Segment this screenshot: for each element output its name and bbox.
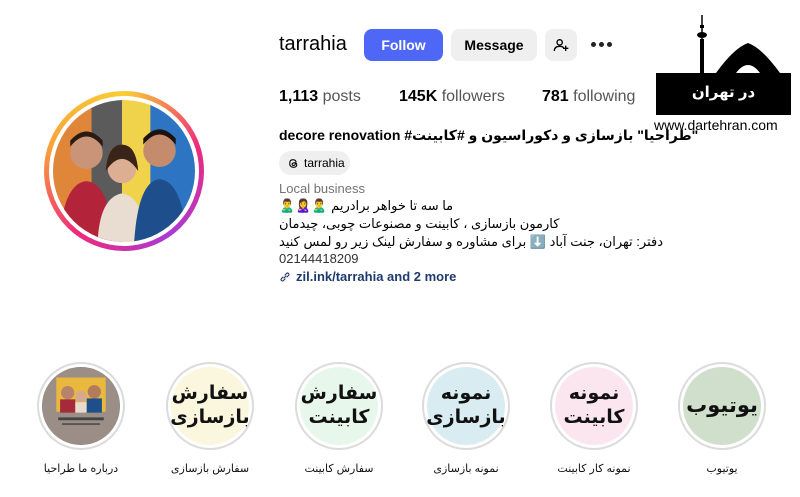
bio-line: دفتر: تهران، جنت آباد ⬇️ برای مشاوره و س…	[279, 234, 663, 249]
followers-stat[interactable]: 145K followers	[399, 88, 505, 106]
bio-phone: 02144418209	[279, 251, 359, 266]
more-icon-dot	[606, 41, 612, 47]
profile-avatar-ring[interactable]	[44, 91, 204, 251]
message-button[interactable]: Message	[451, 29, 537, 61]
avatar-inner	[49, 96, 199, 246]
highlight-ring: یوتیوب	[678, 362, 766, 450]
highlight-cover: یوتیوب	[683, 367, 761, 445]
highlight-title-line: یوتیوب	[686, 393, 758, 417]
highlight-title-line: سفارش	[171, 383, 249, 405]
highlight-title-line: کابینت	[563, 407, 625, 428]
highlight-title-line: بازسازی	[426, 407, 506, 428]
highlight-renovation-samples[interactable]: نمونه بازسازی نمونه بازسازی	[421, 362, 511, 475]
highlight-cover: نمونه بازسازی	[426, 367, 506, 445]
highlight-about[interactable]: درباره ما طراحیا	[36, 362, 126, 475]
highlight-title-line: سفارش	[300, 383, 378, 405]
follow-button[interactable]: Follow	[364, 29, 443, 61]
highlight-title-line: نمونه	[440, 383, 492, 405]
highlight-title-line: کابینت	[308, 407, 370, 428]
highlight-label: درباره ما طراحیا	[43, 463, 119, 475]
highlight-cabinet-order[interactable]: سفارش کابینت سفارش کابینت	[294, 362, 384, 475]
bio-title: decore renovation #طراحیا" بازسازی و دکو…	[279, 127, 699, 143]
highlight-youtube[interactable]: یوتیوب یوتیوب	[677, 362, 767, 475]
followers-label: followers	[441, 88, 505, 105]
following-stat[interactable]: 781 following	[542, 88, 635, 106]
bio-category: Local business	[279, 181, 365, 196]
highlight-cover: سفارش بازسازی	[170, 367, 250, 445]
highlight-title-line: نمونه	[568, 383, 620, 405]
following-count: 781	[542, 88, 569, 105]
highlight-ring: سفارش کابینت	[295, 362, 383, 450]
highlight-label: نمونه کار کابینت	[557, 463, 631, 475]
logo-text: در تهران	[691, 84, 756, 101]
threads-icon	[289, 158, 298, 168]
highlight-ring	[37, 362, 125, 450]
highlight-label: یوتیوب	[706, 463, 738, 475]
threads-handle: tarrahia	[304, 156, 345, 170]
posts-label: posts	[322, 88, 361, 105]
bio-link-text: zil.ink/tarrahia and 2 more	[296, 269, 457, 284]
profile-username: tarrahia	[279, 33, 347, 55]
highlight-ring: نمونه کابینت	[550, 362, 638, 450]
posts-count: 1,113	[279, 88, 319, 105]
highlight-renovation-order[interactable]: سفارش بازسازی سفارش بازسازی	[165, 362, 255, 475]
more-icon-dot	[590, 41, 596, 47]
highlight-label: سفارش بازسازی	[170, 463, 250, 475]
threads-badge[interactable]: tarrahia	[279, 151, 350, 175]
add-user-icon	[553, 39, 569, 52]
posts-stat: 1,113 posts	[279, 88, 361, 106]
highlight-cabinet-samples[interactable]: نمونه کابینت نمونه کار کابینت	[549, 362, 639, 475]
bio-line: کارمون بازسازی ، کابینت و مصنوعات چوبی، …	[279, 216, 560, 231]
more-icon-dot	[598, 41, 604, 47]
bio-line: 🙎‍♂️🙎‍♀️🙎‍♂️ ما سه تا خواهر برادریم	[279, 198, 454, 213]
highlight-title-line: بازسازی	[170, 407, 250, 428]
milad-tower-logo	[656, 15, 791, 115]
highlight-cover: سفارش کابینت	[300, 367, 378, 445]
followers-count: 145K	[399, 88, 438, 105]
more-options-button[interactable]	[588, 33, 614, 55]
highlight-cover: نمونه کابینت	[555, 367, 633, 445]
highlight-cover	[42, 367, 120, 445]
logo-url: www.dartehran.com	[654, 117, 778, 133]
suggest-accounts-button[interactable]	[545, 29, 577, 61]
highlight-team-photo	[43, 368, 119, 444]
link-icon	[280, 271, 290, 282]
highlight-ring: نمونه بازسازی	[422, 362, 510, 450]
following-label: following	[573, 88, 636, 105]
highlight-label: نمونه بازسازی	[433, 463, 499, 475]
avatar-photo	[53, 100, 195, 242]
bio-link[interactable]: zil.ink/tarrahia and 2 more	[279, 269, 456, 284]
highlight-label: سفارش کابینت	[304, 463, 374, 475]
highlight-ring: سفارش بازسازی	[166, 362, 254, 450]
avatar	[53, 100, 195, 242]
